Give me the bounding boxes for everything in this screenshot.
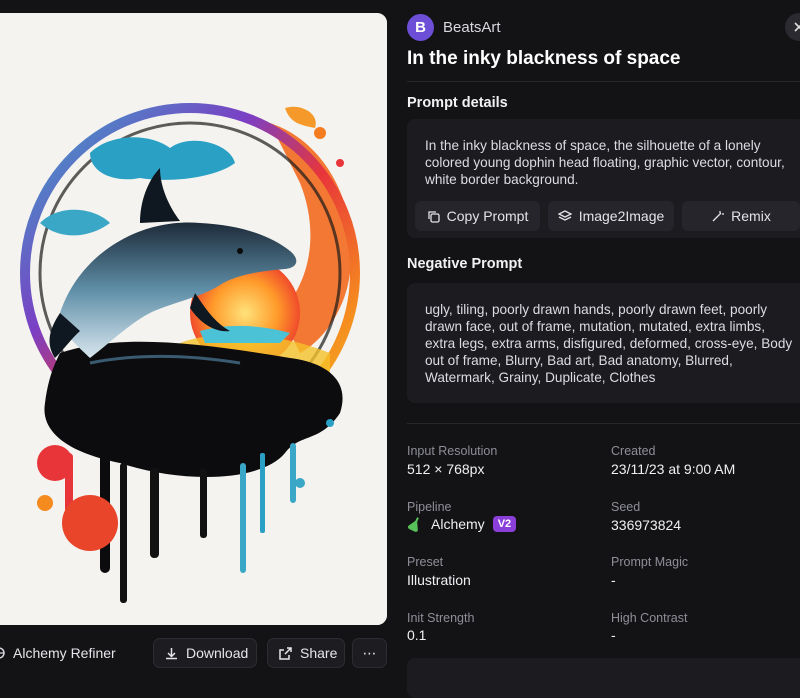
copy-prompt-button[interactable]: Copy Prompt (415, 201, 540, 231)
close-button[interactable] (785, 13, 800, 41)
negative-prompt-card: ugly, tiling, poorly drawn hands, poorly… (407, 283, 800, 403)
copy-icon (427, 210, 440, 223)
negative-prompt-text: ugly, tiling, poorly drawn hands, poorly… (425, 302, 793, 385)
seed-label: Seed (611, 500, 641, 514)
author[interactable]: B BeatsArt (407, 14, 501, 41)
magic-wand-icon (712, 210, 725, 221)
high-contrast-value: - (611, 627, 616, 643)
prompt-details-label: Prompt details (407, 95, 508, 111)
generated-image[interactable] (0, 13, 387, 625)
potion-icon (407, 517, 419, 532)
seed-value: 336973824 (611, 517, 682, 533)
prompt-magic-label: Prompt Magic (611, 555, 689, 569)
pipeline-name: Alchemy (431, 516, 485, 532)
share-icon (279, 646, 292, 660)
version-badge: V2 (492, 516, 517, 532)
alchemy-refiner-label: Alchemy Refiner (13, 645, 116, 661)
init-strength-label: Init Strength (407, 611, 475, 625)
pipeline-label: Pipeline (407, 500, 452, 514)
input-resolution-value: 512 × 768px (407, 461, 485, 477)
prompt-text: In the inky blackness of space, the silh… (425, 138, 785, 187)
remix-label: Remix (731, 208, 771, 224)
pipeline-value: Alchemy V2 (407, 516, 517, 532)
preset-label: Preset (407, 555, 444, 569)
image2image-label: Image2Image (578, 208, 665, 224)
bottom-card (407, 658, 800, 698)
created-value: 23/11/23 at 9:00 AM (611, 461, 736, 477)
input-resolution-label: Input Resolution (407, 444, 498, 458)
share-label: Share (300, 645, 338, 661)
negative-prompt-label: Negative Prompt (407, 256, 523, 272)
alchemy-refiner-icon (0, 647, 5, 659)
high-contrast-label: High Contrast (611, 611, 688, 625)
dolphin-artwork (0, 13, 387, 625)
init-strength-value: 0.1 (407, 627, 427, 643)
created-label: Created (611, 444, 656, 458)
author-name: BeatsArt (443, 19, 501, 36)
share-button[interactable]: Share (267, 638, 345, 668)
download-button[interactable]: Download (153, 638, 257, 668)
divider (407, 423, 800, 424)
preset-value: Illustration (407, 572, 471, 588)
close-icon (794, 22, 800, 32)
alchemy-refiner-button[interactable]: Alchemy Refiner (0, 638, 139, 668)
avatar: B (407, 14, 434, 41)
divider (407, 81, 800, 82)
prompt-card: In the inky blackness of space, the silh… (407, 119, 800, 238)
layers-icon (557, 209, 572, 221)
copy-prompt-label: Copy Prompt (446, 208, 529, 224)
more-options-button[interactable]: ⋯ (352, 638, 387, 668)
remix-button[interactable]: Remix (682, 201, 800, 231)
download-icon (166, 647, 177, 659)
prompt-magic-value: - (611, 572, 616, 588)
image2image-button[interactable]: Image2Image (548, 201, 674, 231)
page-title: In the inky blackness of space (407, 48, 681, 69)
download-label: Download (186, 645, 249, 661)
more-icon: ⋯ (362, 644, 377, 661)
